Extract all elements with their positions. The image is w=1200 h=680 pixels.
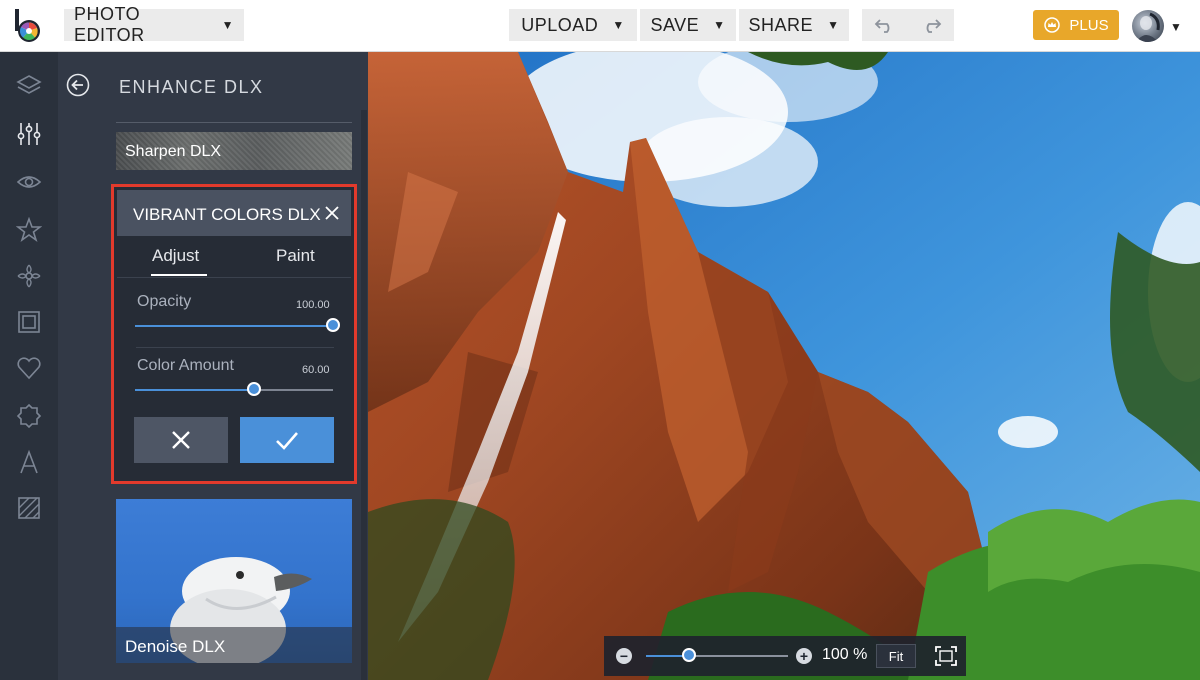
cliff-waterfall-photo bbox=[368, 52, 1200, 680]
save-button[interactable]: SAVE ▼ bbox=[640, 9, 736, 41]
fit-label: Fit bbox=[888, 648, 904, 664]
active-tab-indicator bbox=[151, 274, 207, 276]
color-amount-slider-fill bbox=[135, 389, 254, 391]
save-label: SAVE bbox=[650, 14, 700, 35]
effect-tabs: Adjust Paint bbox=[117, 236, 351, 278]
effect-card-label: Denoise DLX bbox=[125, 637, 226, 656]
zoom-in-icon[interactable]: + bbox=[796, 648, 812, 664]
undo-button[interactable] bbox=[862, 9, 908, 41]
panel-title: ENHANCE DLX bbox=[119, 77, 264, 97]
color-amount-label: Color Amount bbox=[137, 357, 234, 374]
share-button[interactable]: SHARE ▼ bbox=[739, 9, 849, 41]
slider-divider bbox=[136, 347, 334, 348]
zoom-slider-handle[interactable] bbox=[681, 648, 696, 662]
vibrant-colors-card: VIBRANT COLORS DLX Adjust Paint Opacity … bbox=[111, 184, 357, 484]
back-arrow-icon[interactable] bbox=[66, 73, 90, 97]
top-bar: PHOTO EDITOR ▼ UPLOAD ▼ SAVE ▼ SHARE ▼ P… bbox=[0, 0, 1200, 52]
photo-editor-label: PHOTO EDITOR bbox=[74, 4, 145, 45]
eye-icon[interactable] bbox=[15, 168, 43, 196]
share-label: SHARE bbox=[748, 14, 814, 35]
photo-editor-app: PHOTO EDITOR ▼ UPLOAD ▼ SAVE ▼ SHARE ▼ P… bbox=[0, 0, 1200, 680]
effect-card-sharpen[interactable]: Sharpen DLX bbox=[116, 132, 352, 170]
sliders-icon[interactable] bbox=[15, 120, 43, 148]
image-canvas[interactable] bbox=[368, 52, 1200, 680]
close-icon[interactable] bbox=[323, 204, 341, 222]
effect-title: VIBRANT COLORS DLX bbox=[133, 205, 321, 224]
cancel-button[interactable] bbox=[134, 417, 228, 463]
opacity-slider-handle[interactable] bbox=[326, 318, 340, 332]
zoom-out-icon[interactable]: − bbox=[616, 648, 632, 664]
redo-button[interactable] bbox=[908, 9, 954, 41]
layers-icon[interactable] bbox=[15, 72, 43, 100]
effect-card-label: Sharpen DLX bbox=[125, 143, 222, 160]
effect-header: VIBRANT COLORS DLX bbox=[117, 190, 351, 236]
frame-icon[interactable] bbox=[15, 308, 43, 336]
crown-icon bbox=[1044, 17, 1061, 33]
star-icon[interactable] bbox=[15, 216, 43, 244]
avatar[interactable] bbox=[1132, 10, 1164, 42]
checkmark-icon bbox=[276, 432, 298, 450]
chevron-down-icon: ▼ bbox=[612, 18, 625, 32]
zoom-bar: − + 100 % Fit bbox=[604, 636, 966, 676]
zoom-level: 100 % bbox=[822, 646, 868, 663]
undo-icon bbox=[874, 19, 890, 33]
redo-icon bbox=[926, 19, 942, 33]
undo-redo-group bbox=[862, 9, 954, 41]
effect-card-denoise[interactable]: Denoise DLX bbox=[116, 499, 352, 663]
tab-paint[interactable]: Paint bbox=[276, 246, 315, 266]
chevron-down-icon: ▼ bbox=[827, 18, 840, 32]
fullscreen-icon[interactable] bbox=[934, 645, 958, 667]
opacity-slider-fill bbox=[135, 325, 333, 327]
plus-upgrade-button[interactable]: PLUS bbox=[1033, 10, 1119, 40]
chevron-down-icon: ▼ bbox=[713, 18, 726, 32]
texture-icon[interactable] bbox=[15, 494, 43, 522]
fit-button[interactable]: Fit bbox=[876, 644, 916, 668]
plus-label: PLUS bbox=[1069, 16, 1109, 34]
apply-button[interactable] bbox=[240, 417, 334, 463]
heart-icon[interactable] bbox=[15, 354, 43, 382]
tool-rail bbox=[0, 52, 58, 680]
logo-icon[interactable] bbox=[12, 9, 44, 43]
text-icon[interactable] bbox=[15, 448, 43, 476]
color-amount-value: 60.00 bbox=[302, 364, 330, 376]
avatar-image bbox=[1136, 12, 1160, 42]
chevron-down-icon[interactable]: ▼ bbox=[1170, 20, 1182, 34]
chevron-down-icon: ▼ bbox=[221, 18, 234, 32]
close-icon bbox=[172, 431, 190, 449]
opacity-label: Opacity bbox=[137, 293, 192, 310]
photo-editor-menu[interactable]: PHOTO EDITOR ▼ bbox=[64, 4, 244, 45]
upload-button[interactable]: UPLOAD ▼ bbox=[509, 9, 637, 41]
panel-scrollbar[interactable] bbox=[361, 110, 367, 680]
upload-label: UPLOAD bbox=[521, 14, 599, 35]
opacity-value: 100.00 bbox=[296, 299, 330, 311]
sticker-icon[interactable] bbox=[15, 402, 43, 430]
panel-divider bbox=[116, 122, 352, 123]
color-amount-slider-handle[interactable] bbox=[246, 382, 261, 396]
tab-adjust[interactable]: Adjust bbox=[152, 246, 199, 266]
flower-icon[interactable] bbox=[15, 262, 43, 290]
